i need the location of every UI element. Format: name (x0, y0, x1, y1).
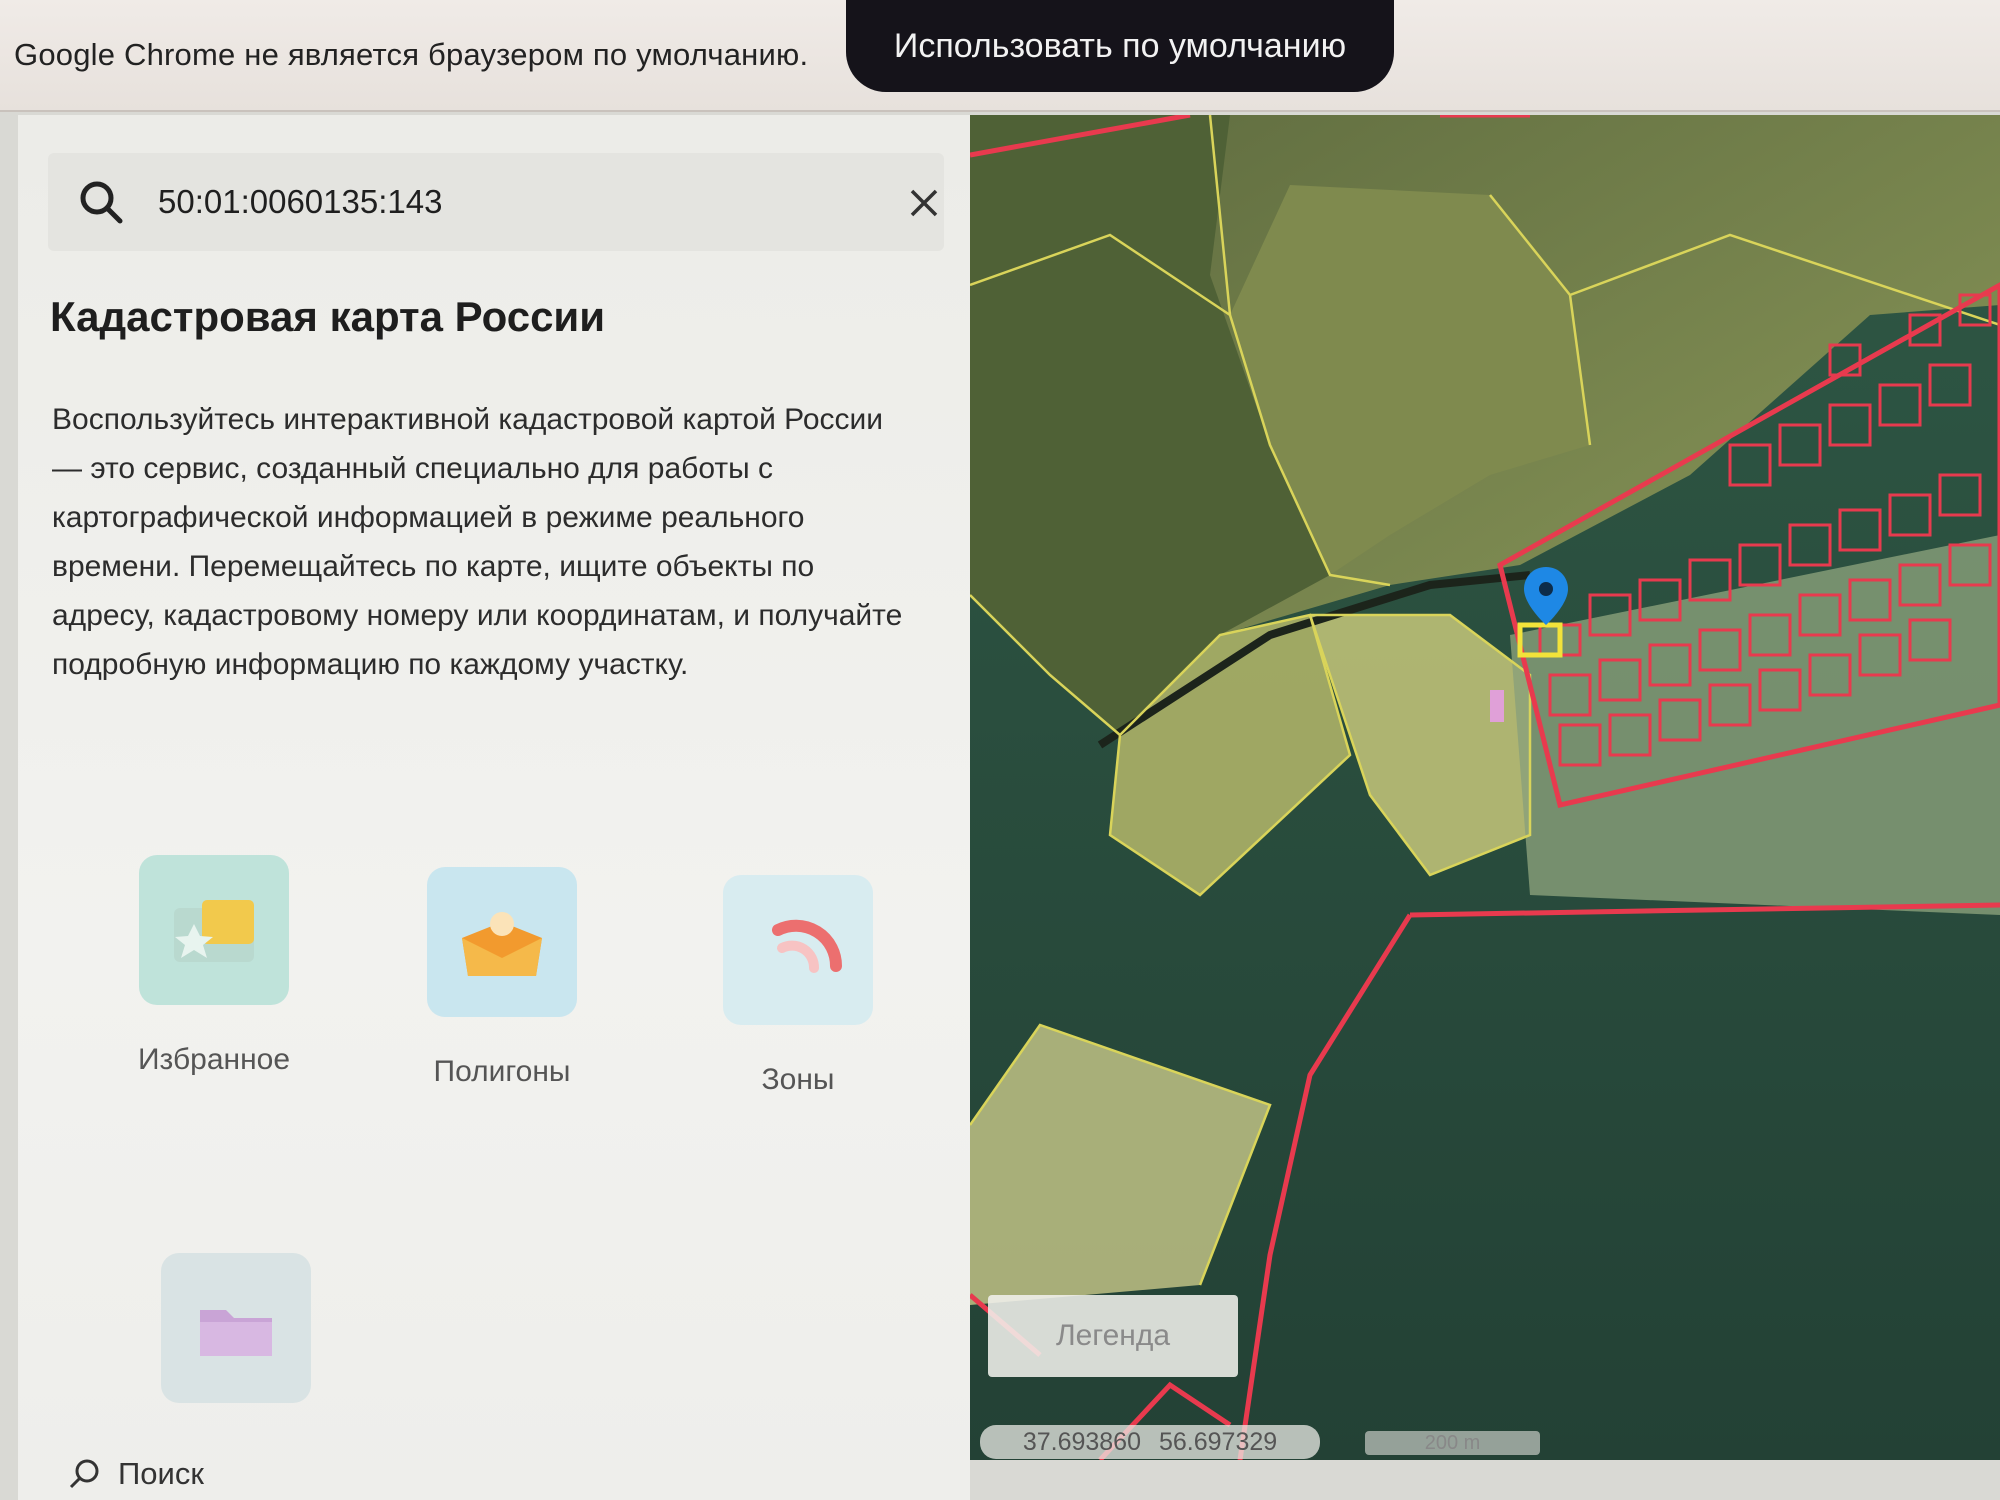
taskbar-search[interactable]: Поиск (68, 1448, 204, 1500)
taskbar-search-label: Поиск (118, 1456, 204, 1491)
latitude-value: 56.697329 (1159, 1427, 1278, 1456)
favorites-label: Избранное (137, 1043, 291, 1076)
scale-bar: 200 m (1365, 1431, 1540, 1455)
infobar-message: Google Chrome не является браузером по у… (14, 37, 809, 72)
search-icon[interactable] (78, 179, 124, 225)
clear-icon[interactable] (908, 187, 940, 219)
location-marker-icon[interactable] (1522, 565, 1570, 627)
cadastral-search-input[interactable] (158, 173, 798, 231)
page-title: Кадастровая карта России (50, 293, 606, 340)
taskbar-search-icon (69, 1459, 99, 1489)
set-default-button[interactable]: Использовать по умолчанию (846, 0, 1394, 92)
zones-icon (723, 875, 873, 1025)
folder-icon (161, 1253, 311, 1403)
coordinates-readout: 37.693860 56.697329 (980, 1425, 1320, 1459)
star-folder-icon (139, 855, 289, 1005)
longitude-value: 37.693860 (1022, 1427, 1141, 1456)
search-box (48, 153, 944, 251)
zones-card[interactable]: Зоны (678, 875, 918, 1097)
satellite-layer (970, 115, 2000, 1460)
zones-label: Зоны (761, 1063, 835, 1096)
polygon-icon (427, 867, 577, 1017)
side-panel: Кадастровая карта России Воспользуйтесь … (18, 115, 970, 1500)
polygons-label: Полигоны (433, 1055, 571, 1088)
folders-card[interactable] (116, 1253, 356, 1441)
favorites-card[interactable]: Избранное (94, 855, 334, 1077)
cadastral-map[interactable]: Легенда 37.693860 56.697329 200 m (970, 115, 2000, 1460)
default-browser-infobar: Google Chrome не является браузером по у… (0, 0, 2000, 112)
panel-description: Воспользуйтесь интерактивной кадастровой… (52, 403, 903, 681)
legend-button[interactable]: Легенда (988, 1295, 1238, 1377)
polygons-card[interactable]: Полигоны (382, 867, 622, 1089)
